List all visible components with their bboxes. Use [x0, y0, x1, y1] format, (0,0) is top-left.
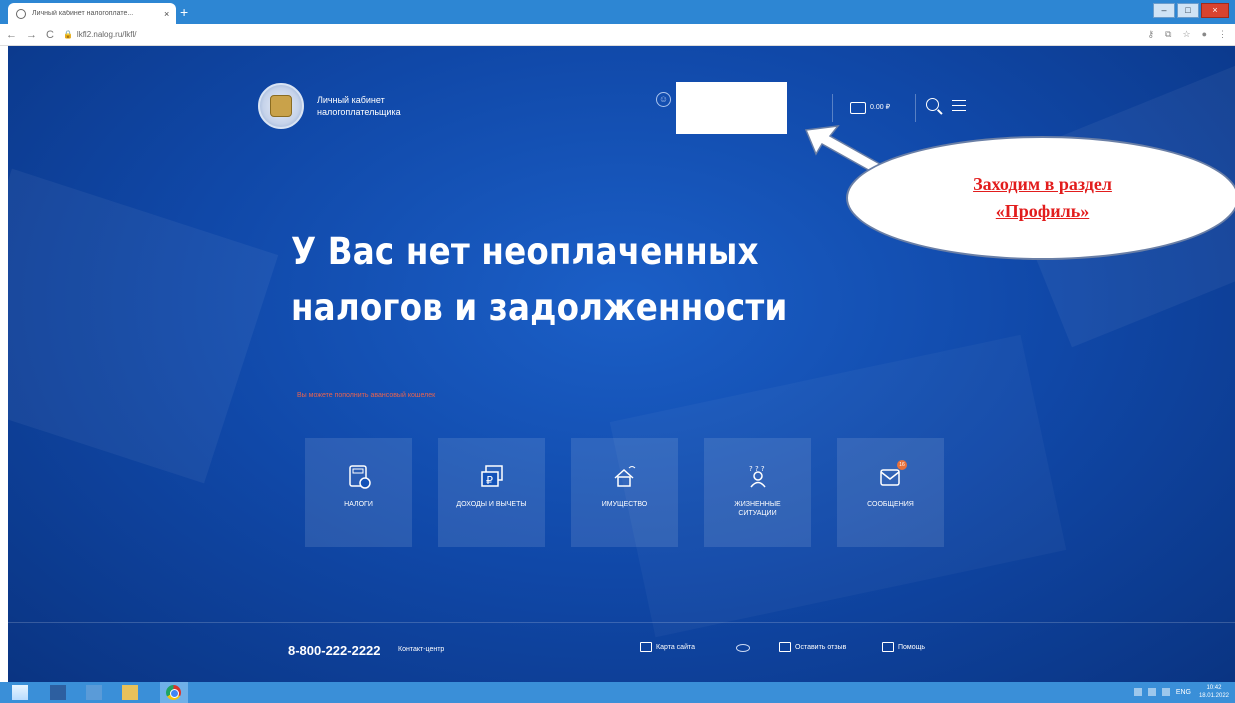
- reload-icon[interactable]: C: [46, 29, 54, 41]
- close-window-button[interactable]: ×: [1201, 3, 1229, 18]
- wallet-balance[interactable]: 0.00 ₽: [870, 103, 890, 111]
- browser-tab-bar: Личный кабинет налогоплате... × + – □ ×: [0, 0, 1235, 24]
- phone-number[interactable]: 8-800-222-2222: [288, 643, 381, 658]
- callout-line: Заходим в раздел: [973, 174, 1112, 194]
- callout-line: «Профиль»: [995, 201, 1090, 221]
- new-tab-button[interactable]: +: [180, 4, 188, 20]
- tray-icon[interactable]: [1133, 688, 1142, 696]
- clock-time: 10:42: [1206, 685, 1222, 691]
- brand-title[interactable]: Личный кабинет налогоплательщика: [317, 94, 447, 118]
- window-controls: – □ ×: [1153, 3, 1229, 18]
- tile-life-situations[interactable]: ? ? ? ЖИЗНЕННЫЕ СИТУАЦИИ: [704, 438, 811, 547]
- brand-line: Личный кабинет: [317, 95, 385, 105]
- tray-icon[interactable]: [1161, 688, 1170, 696]
- account-icon[interactable]: ●: [1202, 29, 1207, 40]
- server-manager-icon[interactable]: [50, 685, 66, 700]
- tile-label: СООБЩЕНИЯ: [867, 501, 914, 508]
- share-icon[interactable]: ⧉: [1165, 29, 1171, 40]
- profile-name-redacted[interactable]: [676, 82, 787, 134]
- key-icon[interactable]: ⚷: [1147, 29, 1154, 40]
- emblem-icon: [270, 95, 292, 117]
- lock-icon[interactable]: 🔒: [63, 30, 73, 39]
- maximize-button[interactable]: □: [1177, 3, 1199, 18]
- divider: [915, 94, 916, 122]
- powershell-icon[interactable]: [86, 685, 102, 700]
- instruction-callout: Заходим в раздел «Профиль»: [846, 136, 1235, 260]
- footer-divider: [8, 622, 1235, 623]
- tile-label: НАЛОГИ: [344, 501, 373, 508]
- tile-label: ДОХОДЫ И ВЫЧЕТЫ: [456, 501, 527, 508]
- tray-icon[interactable]: [1147, 688, 1156, 696]
- calculator-icon: [348, 465, 371, 489]
- sitemap-label: Карта сайта: [656, 643, 695, 651]
- service-tiles: НАЛОГИ ₽ ДОХОДЫ И ВЫЧЕТЫ ИМУЩЕСТВО ? ? ?…: [305, 438, 944, 547]
- minimize-button[interactable]: –: [1153, 3, 1175, 18]
- clock-date: 18.01.2022: [1198, 693, 1229, 699]
- feedback-link[interactable]: Оставить отзыв: [779, 642, 846, 652]
- wallet-icon[interactable]: [850, 102, 866, 114]
- globe-icon: [16, 8, 26, 19]
- feedback-label: Оставить отзыв: [795, 643, 847, 651]
- divider: [832, 94, 833, 122]
- ruble-bills-icon: ₽: [480, 465, 503, 487]
- brand-line: налогоплательщика: [317, 107, 401, 117]
- tile-label: ЖИЗНЕННЫЕ СИТУАЦИИ: [734, 501, 781, 517]
- address-bar: ← → C 🔒 lkfl2.nalog.ru/lkfl/ ⚷ ⧉ ☆ ● ⋮: [0, 24, 1235, 46]
- address-bar-actions: ⚷ ⧉ ☆ ● ⋮: [1147, 29, 1227, 40]
- fns-logo[interactable]: [258, 83, 304, 129]
- tile-income[interactable]: ₽ ДОХОДЫ И ВЫЧЕТЫ: [438, 438, 545, 547]
- tile-property[interactable]: ИМУЩЕСТВО: [571, 438, 678, 547]
- chrome-icon: [166, 685, 181, 700]
- help-link[interactable]: Помощь: [882, 642, 925, 652]
- advance-wallet-link[interactable]: Вы можете пополнить авансовый кошелек: [297, 392, 435, 399]
- sitemap-link[interactable]: Карта сайта: [640, 642, 695, 652]
- svg-text:₽: ₽: [486, 474, 493, 487]
- person-question-icon: ? ? ?: [749, 465, 766, 488]
- folder-icon[interactable]: [122, 685, 138, 700]
- language-indicator[interactable]: ENG: [1176, 689, 1191, 696]
- forward-icon[interactable]: →: [26, 29, 37, 41]
- help-label: Помощь: [898, 643, 926, 651]
- eye-icon[interactable]: [736, 644, 750, 652]
- star-icon[interactable]: ☆: [1182, 29, 1190, 40]
- taskbar: ENG 10:42 18.01.2022: [0, 682, 1235, 703]
- profile-icon[interactable]: ☺: [656, 92, 671, 107]
- chrome-taskbar-button[interactable]: [160, 682, 188, 703]
- page-headline: У Вас нет неоплаченных налогов и задолже…: [291, 224, 787, 336]
- tile-messages[interactable]: 16 СООБЩЕНИЯ: [837, 438, 944, 547]
- comment-icon: [779, 642, 791, 652]
- tile-taxes[interactable]: НАЛОГИ: [305, 438, 412, 547]
- search-icon[interactable]: [926, 98, 939, 111]
- unread-badge: 16: [897, 460, 907, 470]
- url-field[interactable]: lkfl2.nalog.ru/lkfl/: [77, 30, 137, 39]
- bg-shape: [8, 168, 279, 484]
- headline-line: налогов и задолженности: [291, 286, 788, 329]
- contact-center-label: Контакт-центр: [398, 646, 445, 653]
- sitemap-icon: [640, 642, 652, 652]
- tab-title: Личный кабинет налогоплате...: [32, 10, 134, 17]
- more-menu-icon[interactable]: ⋮: [1218, 29, 1227, 40]
- system-tray: ENG: [1133, 688, 1191, 696]
- back-icon[interactable]: ←: [6, 29, 17, 41]
- tile-label: ИМУЩЕСТВО: [601, 501, 648, 508]
- tab-close-icon[interactable]: ×: [164, 9, 169, 19]
- clock[interactable]: 10:42 18.01.2022: [1199, 684, 1229, 700]
- help-icon: [882, 642, 894, 652]
- svg-text:? ? ?: ? ? ?: [749, 465, 765, 473]
- property-icon: [614, 466, 635, 487]
- menu-icon[interactable]: [952, 100, 966, 111]
- start-button[interactable]: [12, 685, 28, 700]
- headline-line: У Вас нет неоплаченных: [291, 230, 759, 273]
- browser-tab[interactable]: Личный кабинет налогоплате... ×: [8, 3, 176, 24]
